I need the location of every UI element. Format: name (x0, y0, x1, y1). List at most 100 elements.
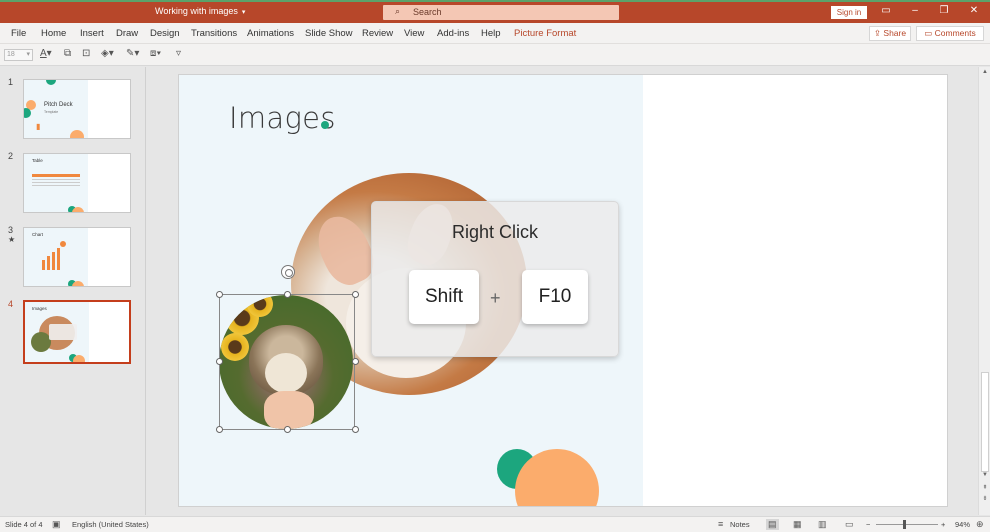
scroll-thumb[interactable] (981, 372, 989, 472)
zoom-slider-knob[interactable] (903, 520, 906, 529)
accessibility-icon[interactable]: ▣ (52, 519, 61, 530)
chart-icon: ▮ (36, 122, 41, 131)
zoom-in-button[interactable]: + (941, 520, 945, 529)
chart-bar (52, 252, 55, 270)
font-size-select[interactable]: 18 ▾ (4, 49, 33, 61)
fit-to-window-icon[interactable]: ⊕ (976, 519, 984, 530)
thumb-hedgehog-image (31, 332, 51, 352)
language-indicator[interactable]: English (United States) (72, 520, 149, 529)
comments-button[interactable]: ▭ Comments (916, 26, 984, 41)
f10-key: F10 (522, 270, 588, 324)
fill-color-icon[interactable]: ◈▾ (101, 48, 114, 59)
animation-star-icon: ★ (8, 235, 16, 244)
document-title-text: Working with images (155, 6, 238, 16)
table-row (32, 185, 80, 186)
search-placeholder: Search (413, 7, 442, 17)
tab-picture-format[interactable]: Picture Format (514, 28, 576, 39)
overlay-title: Right Click (451, 222, 539, 242)
crop-icon[interactable]: ⊡ (82, 48, 90, 59)
previous-slide-icon[interactable]: ⇞ (979, 484, 990, 491)
tab-animations[interactable]: Animations (247, 28, 294, 39)
resize-handle-e[interactable] (352, 358, 359, 365)
ribbon-tabs: File Home Insert Draw Design Transitions… (0, 23, 990, 44)
slide-thumbnail-1[interactable]: ▮ Pitch Deck Template (23, 79, 131, 139)
tab-insert[interactable]: Insert (80, 28, 104, 39)
search-icon: ⌕ (395, 6, 401, 16)
outline-color-icon[interactable]: ✎▾ (126, 48, 139, 59)
status-bar: Slide 4 of 4 ▣ English (United States) ≡… (0, 516, 990, 532)
chart-bar (47, 256, 50, 270)
selection-box (219, 294, 355, 430)
table-header (32, 174, 80, 177)
table-row (32, 182, 80, 183)
tab-add-ins[interactable]: Add-ins (437, 28, 469, 39)
scroll-up-icon[interactable]: ▲ (979, 69, 990, 75)
ribbon-display-icon[interactable]: ▭ (878, 5, 894, 16)
arrange-icon[interactable]: ⧈▾ (150, 48, 161, 59)
table-row (32, 179, 80, 180)
zoom-slider[interactable] (876, 524, 938, 525)
scroll-down-icon[interactable]: ▼ (979, 472, 990, 478)
tab-review[interactable]: Review (362, 28, 393, 39)
tab-home[interactable]: Home (41, 28, 66, 39)
share-button[interactable]: ⇪ Share (869, 26, 911, 41)
customize-toolbar-icon[interactable]: ▿ (176, 48, 181, 59)
tab-draw[interactable]: Draw (116, 28, 138, 39)
shift-key: Shift (409, 270, 479, 324)
tab-help[interactable]: Help (481, 28, 501, 39)
decorative-circle (72, 281, 84, 286)
zoom-out-button[interactable]: − (866, 520, 870, 529)
chart-bar (57, 248, 60, 270)
sign-in-button[interactable]: Sign in (831, 6, 867, 19)
slide-number-3: 3 (8, 225, 14, 235)
minimize-icon[interactable]: – (907, 5, 923, 16)
resize-handle-se[interactable] (352, 426, 359, 433)
tab-slide-show[interactable]: Slide Show (305, 28, 353, 39)
thumb-subtitle: Template (44, 110, 59, 114)
resize-handle-s[interactable] (284, 426, 291, 433)
decorative-circle (70, 130, 84, 138)
thumb-title: Table (32, 158, 43, 163)
vertical-scrollbar[interactable]: ▲ ▼ ⇞ ⇟ (978, 67, 990, 515)
document-title[interactable]: Working with images ▾ (155, 6, 245, 16)
next-slide-icon[interactable]: ⇟ (979, 495, 990, 502)
resize-handle-n[interactable] (284, 291, 291, 298)
thumb-title: Pitch Deck (44, 102, 73, 108)
notes-icon[interactable]: ≡ (718, 519, 723, 529)
thumb-title: Chart (32, 232, 44, 237)
font-color-icon[interactable]: A▾ (40, 48, 52, 59)
slideshow-icon[interactable]: ▭ (845, 519, 854, 530)
slide-number-4: 4 (8, 299, 14, 309)
resize-handle-nw[interactable] (216, 291, 223, 298)
tab-view[interactable]: View (404, 28, 424, 39)
slide-4[interactable]: Images Right Click Shift + F10 (178, 74, 948, 507)
chevron-down-icon: ▾ (26, 51, 30, 58)
slide-title[interactable]: Images (229, 101, 336, 135)
share-label: Share (883, 28, 907, 38)
resize-handle-ne[interactable] (352, 291, 359, 298)
quick-toolbar: 18 ▾ A▾ ⧉ ⊡ ◈▾ ✎▾ ⧈▾ ▿ (0, 44, 990, 66)
search-input[interactable]: ⌕ Search (383, 5, 619, 20)
reading-view-icon[interactable]: ▥ (818, 519, 827, 530)
tab-design[interactable]: Design (150, 28, 180, 39)
normal-view-icon[interactable]: ▤ (766, 519, 779, 530)
slide-thumbnail-3[interactable]: Chart (23, 227, 131, 287)
copy-format-icon[interactable]: ⧉ (64, 48, 71, 59)
slide-sorter-icon[interactable]: ▦ (793, 519, 802, 530)
slide-number-2: 2 (8, 151, 14, 161)
slide-thumbnail-2[interactable]: Table (23, 153, 131, 213)
notes-button[interactable]: Notes (730, 520, 750, 529)
slide-thumbnail-pane: 1 ▮ Pitch Deck Template 2 Table 3 ★ Char… (0, 67, 146, 515)
keyboard-shortcut-overlay: Right Click Shift + F10 (371, 201, 619, 357)
resize-handle-w[interactable] (216, 358, 223, 365)
tab-file[interactable]: File (11, 28, 26, 39)
close-icon[interactable]: ✕ (966, 5, 982, 16)
tab-transitions[interactable]: Transitions (191, 28, 237, 39)
restore-icon[interactable]: ❐ (936, 5, 952, 16)
slide-thumbnail-4[interactable]: Images (23, 300, 131, 364)
rotate-handle[interactable] (281, 265, 295, 279)
decorative-circle (72, 207, 84, 212)
zoom-level[interactable]: 94% (955, 520, 970, 529)
comment-icon: ▭ (924, 28, 933, 38)
resize-handle-sw[interactable] (216, 426, 223, 433)
